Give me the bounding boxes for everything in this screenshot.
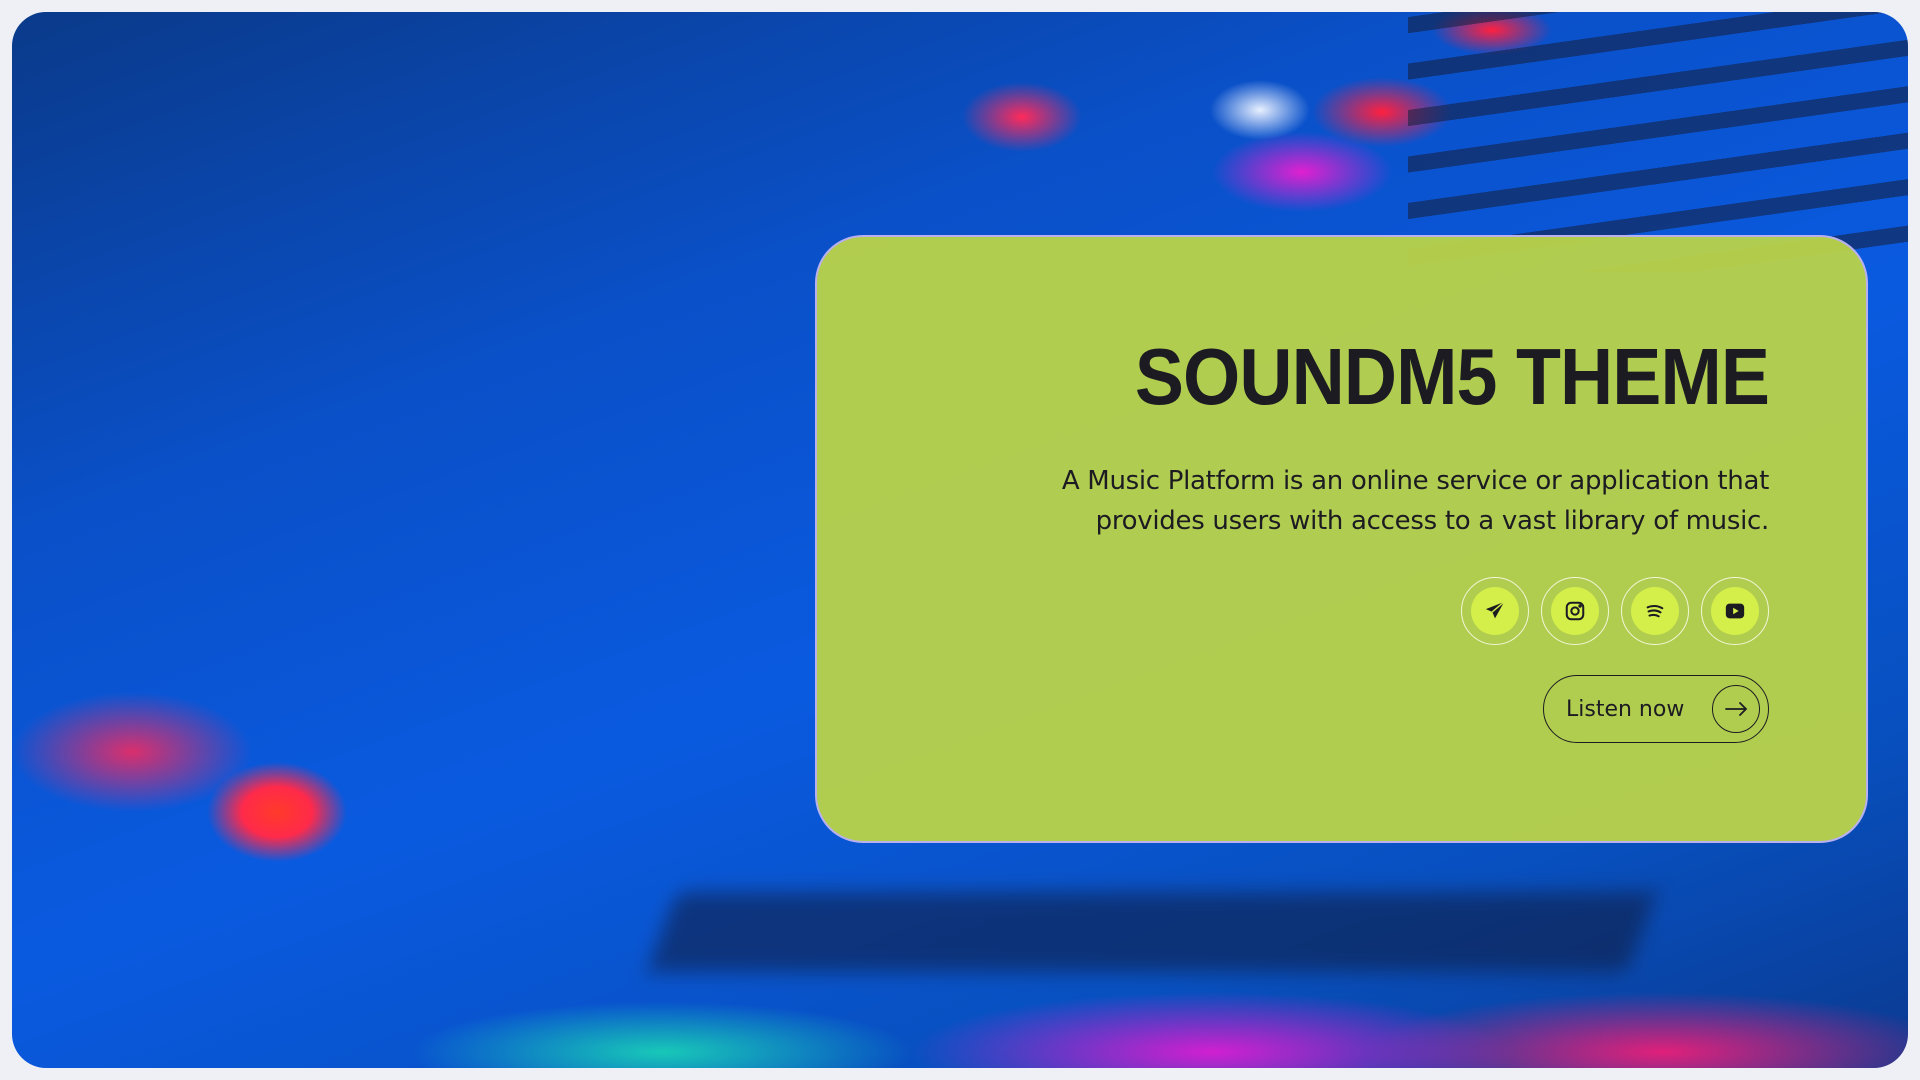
hero-description: A Music Platform is an online service or… bbox=[1061, 466, 1769, 536]
telegram-button[interactable] bbox=[1461, 577, 1529, 645]
telegram-icon bbox=[1485, 601, 1505, 619]
shadow-decoration bbox=[647, 892, 1657, 972]
social-links bbox=[949, 577, 1769, 645]
youtube-icon bbox=[1725, 603, 1745, 619]
listen-now-label: Listen now bbox=[1566, 696, 1685, 722]
hero-background: SOUNDM5 THEME A Music Platform is an onl… bbox=[12, 12, 1908, 1068]
spotify-icon bbox=[1646, 605, 1664, 618]
listen-now-button[interactable]: Listen now bbox=[1543, 675, 1769, 743]
arrow-right-icon bbox=[1712, 685, 1760, 733]
hero-card: SOUNDM5 THEME A Music Platform is an onl… bbox=[815, 235, 1868, 843]
page-title: SOUNDM5 THEME bbox=[1134, 332, 1770, 421]
youtube-button[interactable] bbox=[1701, 577, 1769, 645]
instagram-button[interactable] bbox=[1541, 577, 1609, 645]
instagram-icon bbox=[1565, 601, 1585, 621]
spotify-button[interactable] bbox=[1621, 577, 1689, 645]
keyboard-keys-decoration bbox=[1408, 12, 1908, 272]
